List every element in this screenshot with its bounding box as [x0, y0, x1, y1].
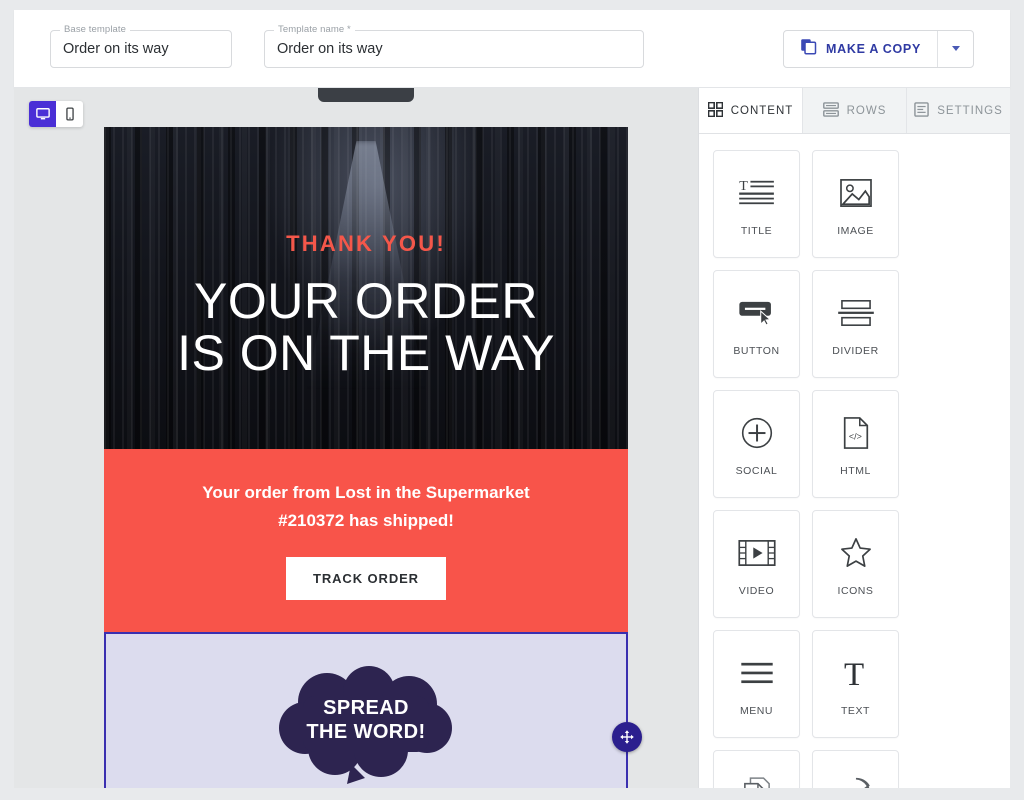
content-tile-social-label: SOCIAL — [735, 464, 778, 477]
copy-icon — [800, 38, 817, 60]
content-tile-divider[interactable]: DIVIDER — [812, 270, 899, 378]
content-tile-title-label: TITLE — [740, 224, 773, 237]
content-tile-image-label: IMAGE — [837, 224, 874, 237]
row-toolbar-nub[interactable] — [318, 88, 414, 102]
email-canvas[interactable]: THANK YOU! YOUR ORDER IS ON THE WAY Your… — [14, 88, 698, 788]
content-tile-video[interactable]: VIDEO — [713, 510, 800, 618]
make-a-copy-label: MAKE A COPY — [826, 41, 921, 56]
rows-icon — [822, 101, 839, 120]
content-tile-icons-label: ICONS — [837, 584, 874, 597]
desktop-icon — [35, 108, 50, 120]
speech-bubble-icon — [279, 666, 452, 785]
editor-body: THANK YOU! YOUR ORDER IS ON THE WAY Your… — [14, 88, 1010, 788]
content-tile-image[interactable]: IMAGE — [812, 150, 899, 258]
move-arrows-icon — [620, 730, 634, 744]
base-template-label: Base template — [60, 23, 131, 35]
template-name-value: Order on its way — [277, 40, 383, 57]
html-code-icon: </> — [842, 410, 870, 456]
make-a-copy-dropdown-button[interactable] — [937, 30, 973, 67]
content-tile-button[interactable]: BUTTON — [713, 270, 800, 378]
video-icon — [737, 530, 776, 576]
hero-content: THANK YOU! YOUR ORDER IS ON THE WAY — [104, 127, 628, 449]
make-a-copy-group: MAKE A COPY — [783, 29, 974, 68]
order-number: #210372 — [278, 510, 345, 530]
email-template-editor: Base template Order on its way Template … — [0, 0, 1024, 800]
button-icon — [738, 290, 776, 336]
content-tile-icons[interactable]: ICONS — [812, 510, 899, 618]
text-serif-t-icon: T — [841, 650, 871, 696]
content-tile-title[interactable]: T TITLE — [713, 150, 800, 258]
template-name-label: Template name * — [274, 23, 355, 35]
title-icon: T — [738, 170, 776, 216]
content-tile-html[interactable]: </> HTML — [812, 390, 899, 498]
mobile-icon — [65, 107, 74, 121]
panel-tabs: CONTENT ROWS SETTINGS — [699, 88, 1010, 134]
email-hero-section[interactable]: THANK YOU! YOUR ORDER IS ON THE WAY — [104, 127, 628, 449]
track-order-button[interactable]: TRACK ORDER — [286, 557, 446, 601]
tab-rows-label: ROWS — [846, 104, 887, 117]
email-preview-wrapper: THANK YOU! YOUR ORDER IS ON THE WAY Your… — [104, 88, 642, 788]
speech-bubble-graphic: SPREAD THE WORD! — [269, 666, 463, 785]
svg-text:T: T — [739, 178, 748, 194]
content-tile-text-label: TEXT — [840, 704, 871, 717]
device-preview-toggle — [29, 101, 83, 127]
settings-document-icon — [914, 101, 929, 120]
tab-content-label: CONTENT — [730, 104, 794, 117]
social-plus-icon — [741, 410, 773, 456]
content-tile-text[interactable]: T TEXT — [812, 630, 899, 738]
hero-heading-line2: IS ON THE WAY — [177, 325, 555, 381]
tab-content[interactable]: CONTENT — [699, 88, 803, 133]
hero-heading-line1: YOUR ORDER — [194, 273, 538, 329]
image-icon — [839, 170, 872, 216]
sticker-icon — [840, 770, 872, 788]
gifs-pages-icon — [743, 770, 771, 788]
email-spread-the-word-row[interactable]: SPREAD THE WORD! — [104, 632, 642, 788]
menu-hamburger-icon — [740, 650, 774, 696]
tab-settings[interactable]: SETTINGS — [907, 88, 1010, 133]
shipped-line-2: #210372 has shipped! — [104, 507, 628, 535]
base-template-field[interactable]: Base template Order on its way — [50, 23, 232, 68]
tab-rows[interactable]: ROWS — [803, 88, 907, 133]
svg-text:</>: </> — [848, 432, 861, 442]
content-tile-video-label: VIDEO — [738, 584, 775, 597]
tab-settings-label: SETTINGS — [937, 104, 1003, 117]
divider-icon — [837, 290, 874, 336]
content-tile-gifs[interactable]: GIFS — [713, 750, 800, 788]
grid-icon — [707, 101, 723, 120]
shipped-line-1: Your order from Lost in the Supermarket — [202, 483, 530, 502]
content-tile-divider-label: DIVIDER — [832, 344, 879, 357]
mobile-view-button[interactable] — [56, 101, 83, 127]
hero-eyebrow: THANK YOU! — [286, 231, 446, 256]
star-icon — [840, 530, 872, 576]
content-tile-stickers[interactable]: STICKERS — [812, 750, 899, 788]
content-tile-menu-label: MENU — [739, 704, 774, 717]
editor-right-panel: CONTENT ROWS SETTINGS T TITLE IMAGE BUTT… — [698, 88, 1010, 788]
desktop-view-button[interactable] — [29, 101, 56, 127]
content-tile-social[interactable]: SOCIAL — [713, 390, 800, 498]
content-tile-button-label: BUTTON — [733, 344, 780, 357]
editor-topbar: Base template Order on its way Template … — [14, 10, 1010, 88]
base-template-value: Order on its way — [63, 40, 169, 57]
template-name-field[interactable]: Template name * Order on its way — [264, 23, 644, 68]
shipped-suffix: has shipped! — [344, 510, 454, 530]
content-tile-html-label: HTML — [840, 464, 871, 477]
svg-text:T: T — [844, 657, 864, 689]
chevron-down-icon — [951, 46, 960, 51]
email-shipped-band[interactable]: Your order from Lost in the Supermarket … — [104, 449, 628, 633]
content-blocks-grid: T TITLE IMAGE BUTTON DIVIDER SOCIAL </> … — [699, 134, 1010, 788]
email-document: THANK YOU! YOUR ORDER IS ON THE WAY Your… — [104, 127, 642, 788]
make-a-copy-button[interactable]: MAKE A COPY — [784, 31, 937, 67]
row-move-handle[interactable] — [612, 722, 642, 753]
content-tile-menu[interactable]: MENU — [713, 630, 800, 738]
